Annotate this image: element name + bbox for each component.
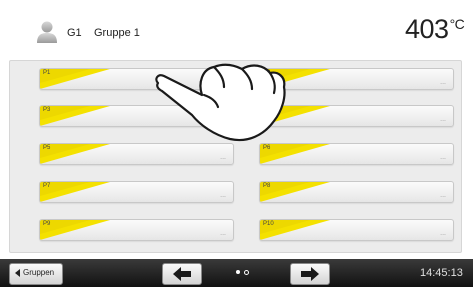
program-label: P3 — [43, 107, 51, 113]
temperature-value: 403 — [405, 14, 449, 44]
program-dots: ... — [220, 192, 226, 199]
back-to-groups-button[interactable]: Gruppen — [9, 263, 63, 285]
program-button-p9[interactable]: P9 ... — [39, 219, 234, 241]
program-label: P1 — [43, 70, 51, 76]
group-name: Gruppe 1 — [94, 27, 140, 39]
program-button-p8[interactable]: P8 ... — [259, 181, 454, 203]
program-button-p7[interactable]: P7 ... — [39, 181, 234, 203]
arrow-left-icon — [173, 267, 191, 281]
back-button-label: Gruppen — [23, 268, 55, 277]
program-label: P9 — [43, 221, 51, 227]
page-indicator — [234, 268, 254, 278]
pointing-hand-icon — [155, 63, 286, 142]
program-wedge-graphic — [40, 144, 110, 164]
program-dots: ... — [440, 192, 446, 199]
program-dots: ... — [220, 230, 226, 237]
program-wedge-graphic — [260, 182, 330, 202]
program-wedge-graphic — [260, 220, 330, 240]
header-bar: G1 Gruppe 1 403°C — [0, 0, 473, 58]
program-label: P7 — [43, 183, 51, 189]
program-label: P5 — [43, 145, 51, 151]
program-wedge-graphic — [260, 144, 330, 164]
program-wedge-graphic — [40, 182, 110, 202]
user-group-icon[interactable] — [36, 20, 58, 44]
program-dots: ... — [440, 116, 446, 123]
program-wedge-graphic — [40, 220, 110, 240]
page-dot-active — [236, 270, 240, 274]
temperature-display: 403°C — [405, 14, 465, 45]
program-dots: ... — [440, 230, 446, 237]
group-id: G1 — [67, 27, 82, 39]
arrow-right-icon — [301, 267, 319, 281]
next-page-button[interactable] — [290, 263, 330, 285]
program-dots: ... — [440, 154, 446, 161]
temperature-unit: °C — [449, 16, 465, 32]
previous-page-button[interactable] — [162, 263, 202, 285]
clock-display: 14:45:13 — [420, 267, 463, 279]
program-button-p10[interactable]: P10 ... — [259, 219, 454, 241]
back-arrow-icon — [15, 269, 20, 277]
footer-bar: Gruppen 14:45:13 — [0, 259, 473, 287]
program-label: P8 — [263, 183, 271, 189]
program-label: P10 — [263, 221, 274, 227]
program-dots: ... — [220, 154, 226, 161]
page-dot-inactive — [244, 270, 249, 275]
program-dots: ... — [440, 79, 446, 86]
